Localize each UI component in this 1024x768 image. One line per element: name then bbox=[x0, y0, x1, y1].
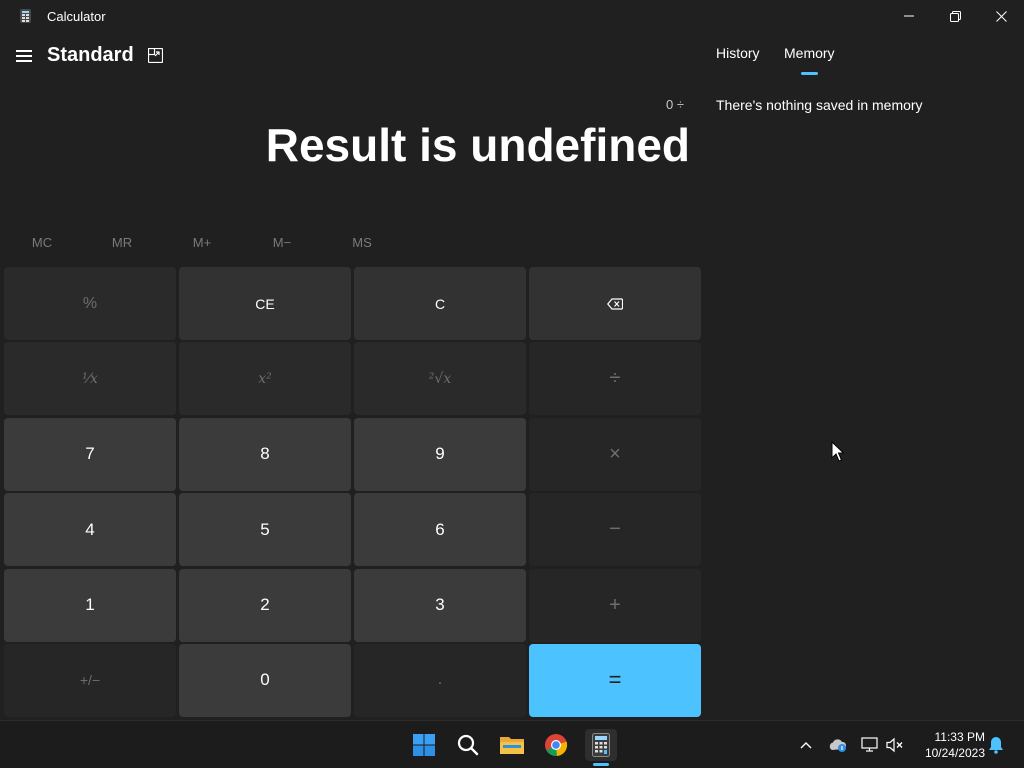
mode-title: Standard bbox=[47, 44, 134, 66]
close-icon bbox=[995, 10, 1007, 22]
hamburger-icon[interactable] bbox=[16, 49, 32, 63]
onedrive-icon[interactable] bbox=[828, 735, 848, 755]
multiply-button[interactable]: × bbox=[529, 417, 701, 491]
active-tab-indicator bbox=[801, 72, 818, 75]
add-button[interactable]: + bbox=[529, 568, 701, 642]
memory-store-button[interactable]: MS bbox=[322, 228, 402, 256]
search-icon[interactable] bbox=[452, 729, 484, 761]
one-button[interactable]: 1 bbox=[4, 568, 176, 642]
minimize-button[interactable] bbox=[886, 0, 932, 32]
tab-history[interactable]: History bbox=[716, 45, 760, 61]
calculator-icon[interactable] bbox=[585, 729, 617, 761]
tab-memory[interactable]: Memory bbox=[784, 45, 835, 61]
subtract-button[interactable]: − bbox=[529, 493, 701, 567]
bell-icon[interactable] bbox=[986, 735, 1006, 755]
zero-button[interactable]: 0 bbox=[179, 643, 351, 717]
clock-date: 10/24/2023 bbox=[924, 746, 985, 760]
square-root-button[interactable]: ²√x bbox=[354, 342, 526, 416]
square-button[interactable]: x² bbox=[179, 342, 351, 416]
backspace-icon bbox=[607, 297, 623, 310]
keep-on-top-icon[interactable] bbox=[148, 48, 163, 63]
four-button[interactable]: 4 bbox=[4, 493, 176, 567]
negate-button[interactable]: +/− bbox=[4, 643, 176, 717]
system-clock[interactable]: 11:33 PM 10/24/2023 bbox=[915, 729, 985, 761]
memory-clear-button[interactable]: MC bbox=[2, 228, 82, 256]
reciprocal-button[interactable]: ¹⁄x bbox=[4, 342, 176, 416]
expression-display: 0 ÷ bbox=[666, 97, 684, 112]
restore-icon bbox=[949, 10, 961, 22]
window-title: Calculator bbox=[47, 9, 106, 24]
taskbar: 11:33 PM 10/24/2023 bbox=[0, 720, 1024, 768]
calculator-app-icon bbox=[20, 9, 31, 23]
clear-button[interactable]: C bbox=[354, 267, 526, 340]
five-button[interactable]: 5 bbox=[179, 493, 351, 567]
title-bar: Calculator bbox=[0, 0, 1024, 32]
divide-button[interactable]: ÷ bbox=[529, 342, 701, 416]
close-button[interactable] bbox=[978, 0, 1024, 32]
nine-button[interactable]: 9 bbox=[354, 417, 526, 491]
equals-button[interactable]: = bbox=[529, 643, 701, 717]
two-button[interactable]: 2 bbox=[179, 568, 351, 642]
start-icon[interactable] bbox=[408, 729, 440, 761]
chevron-up-icon[interactable] bbox=[796, 735, 816, 755]
result-display: Result is undefined bbox=[265, 119, 690, 171]
memory-subtract-button[interactable]: M− bbox=[242, 228, 322, 256]
clear-entry-button[interactable]: CE bbox=[179, 267, 351, 340]
active-app-indicator bbox=[593, 763, 609, 766]
decimal-button[interactable]: . bbox=[354, 643, 526, 717]
clock-time: 11:33 PM bbox=[934, 730, 985, 744]
six-button[interactable]: 6 bbox=[354, 493, 526, 567]
percent-button[interactable]: % bbox=[4, 267, 176, 340]
memory-empty-message: There's nothing saved in memory bbox=[716, 97, 923, 113]
three-button[interactable]: 3 bbox=[354, 568, 526, 642]
mouse-cursor-icon bbox=[831, 441, 845, 462]
memory-add-button[interactable]: M+ bbox=[162, 228, 242, 256]
chrome-icon[interactable] bbox=[540, 729, 572, 761]
backspace-button[interactable] bbox=[529, 267, 701, 340]
network-icon[interactable] bbox=[860, 735, 880, 755]
eight-button[interactable]: 8 bbox=[179, 417, 351, 491]
file-explorer-icon[interactable] bbox=[496, 729, 528, 761]
maximize-button[interactable] bbox=[932, 0, 978, 32]
minimize-icon bbox=[904, 15, 914, 17]
volume-muted-icon[interactable] bbox=[885, 735, 905, 755]
memory-buttons: MC MR M+ M− MS bbox=[2, 228, 402, 256]
seven-button[interactable]: 7 bbox=[4, 417, 176, 491]
keypad: % CE C ¹⁄x x² ²√x ÷ 7 8 9 × 4 5 6 − 1 2 … bbox=[4, 267, 701, 717]
memory-recall-button[interactable]: MR bbox=[82, 228, 162, 256]
